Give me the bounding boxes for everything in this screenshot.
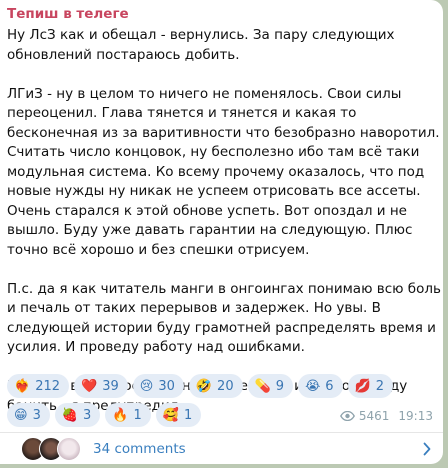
- reaction-count: 1: [183, 407, 193, 423]
- reaction-count: 2: [375, 378, 385, 394]
- strawberry-icon: 🍓: [61, 407, 79, 423]
- reaction-count: 1: [133, 407, 142, 423]
- reaction-count: 30: [158, 378, 175, 394]
- chevron-right-icon[interactable]: [423, 442, 431, 456]
- fire-icon: 🔥: [112, 407, 129, 423]
- reaction-count: 6: [325, 378, 334, 394]
- post-text: Ну ЛсЗ как и обещал - вернулись. За пару…: [7, 26, 441, 416]
- heart-icon: ❤️: [81, 378, 98, 394]
- reaction-grin[interactable]: 😁 3: [7, 403, 50, 427]
- reaction-heart-on-fire[interactable]: ❤️‍🔥 212: [7, 374, 70, 398]
- comments-count-link[interactable]: 34 comments: [93, 441, 186, 457]
- reaction-pill[interactable]: 💊 9: [247, 374, 294, 398]
- heart-on-fire-icon: ❤️‍🔥: [14, 378, 31, 394]
- pill-icon: 💊: [254, 378, 271, 394]
- reaction-heart[interactable]: ❤️ 39: [74, 374, 128, 398]
- reaction-count: 212: [35, 378, 61, 394]
- reaction-count: 20: [217, 378, 234, 394]
- reaction-in-love[interactable]: 🥰 1: [155, 403, 202, 427]
- message-meta: 5461 19:13: [339, 409, 433, 423]
- reaction-strawberry[interactable]: 🍓 3: [54, 403, 101, 427]
- reaction-count: 3: [83, 407, 92, 423]
- crying-face-icon: 😭: [305, 378, 321, 394]
- eye-icon: [339, 411, 355, 421]
- avatar: [57, 436, 81, 461]
- reaction-count: 3: [32, 407, 41, 423]
- rofl-face-icon: 🤣: [195, 378, 213, 394]
- view-count: 5461: [358, 409, 390, 423]
- smiling-face-with-hearts-icon: 🥰: [162, 407, 179, 423]
- reaction-count: 9: [275, 378, 285, 394]
- post-paragraph: ЛГиЗ - ну в целом то ничего не поменялос…: [7, 85, 440, 258]
- reaction-kiss[interactable]: 💋 2: [347, 374, 394, 398]
- commenter-avatars: [21, 436, 91, 461]
- kiss-mark-icon: 💋: [354, 378, 371, 394]
- message-bubble: Тепиш в телеге Ну ЛсЗ как и обещал - вер…: [0, 0, 443, 464]
- reaction-rofl[interactable]: 🤣 20: [188, 374, 243, 398]
- post-paragraph: Ну ЛсЗ как и обещал - вернулись. За пару…: [7, 27, 395, 63]
- reaction-crying[interactable]: 😭 6: [298, 374, 343, 398]
- post-paragraph: П.с. да я как читатель манги в онгоингах…: [7, 280, 441, 356]
- message-time: 19:13: [398, 409, 433, 423]
- reaction-sad[interactable]: 😢 30: [132, 374, 184, 398]
- reaction-count: 39: [102, 378, 119, 394]
- grinning-face-icon: 😁: [14, 407, 28, 423]
- channel-name[interactable]: Тепиш в телеге: [7, 6, 129, 22]
- sad-face-icon: 😢: [139, 378, 154, 394]
- reaction-fire[interactable]: 🔥 1: [105, 403, 151, 427]
- comments-button[interactable]: 34 comments: [0, 433, 443, 464]
